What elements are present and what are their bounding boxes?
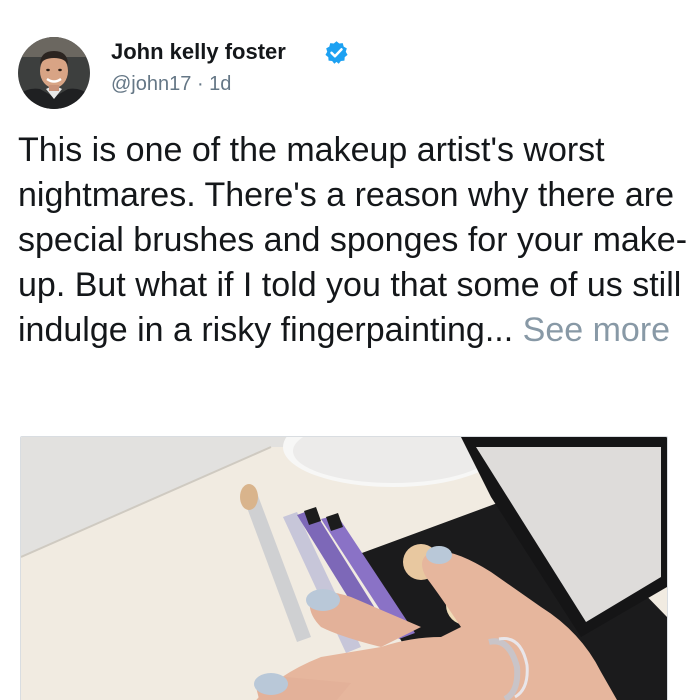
avatar-image — [18, 37, 90, 109]
post-media-image[interactable] — [20, 436, 668, 700]
author-display-name[interactable]: John kelly foster — [111, 39, 286, 65]
post-meta: @john17 · 1d — [111, 73, 231, 96]
author-handle[interactable]: @john17 — [111, 73, 191, 95]
see-more-link[interactable]: See more — [523, 311, 670, 349]
photo-makeup-brushes — [21, 437, 667, 700]
post-timestamp[interactable]: 1d — [209, 73, 231, 95]
post-card: John kelly foster @john17 · 1d This is o… — [0, 0, 700, 700]
meta-separator: · — [196, 73, 204, 95]
verified-badge-icon — [324, 40, 349, 65]
post-text: This is one of the makeup artist's worst… — [18, 128, 694, 353]
avatar[interactable] — [18, 37, 90, 109]
